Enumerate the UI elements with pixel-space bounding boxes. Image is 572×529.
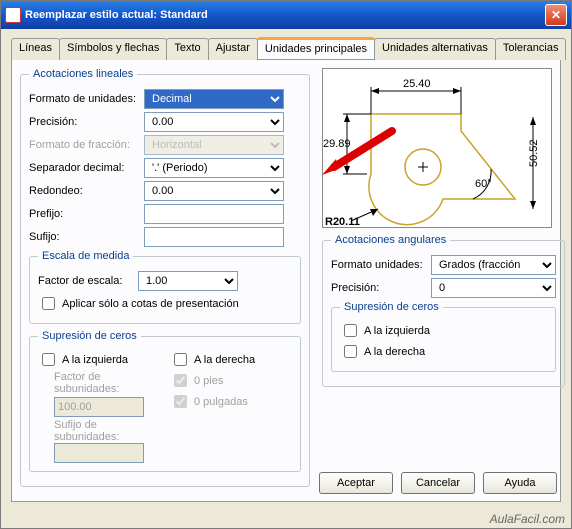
subsuffix-label: Sufijo de subunidades:: [54, 419, 160, 443]
unit-format-select[interactable]: Decimal: [144, 89, 284, 109]
titlebar: Reemplazar estilo actual: Standard ✕: [1, 1, 571, 29]
tab-lineas[interactable]: Líneas: [11, 38, 60, 60]
subfactor-input: [54, 397, 144, 417]
suffix-label: Sufijo:: [29, 231, 144, 243]
preview-dim-radius: R20.11: [325, 216, 360, 227]
watermark: AulaFacil.com: [490, 512, 565, 526]
preview-dim-right: 50.52: [528, 139, 540, 167]
cancel-button[interactable]: Cancelar: [401, 472, 475, 494]
zs-legend: Supresión de ceros: [38, 330, 141, 342]
angular-group: Acotaciones angulares Formato unidades: …: [322, 234, 565, 387]
angular-zs-group: Supresión de ceros A la izquierda A la d…: [331, 301, 556, 372]
unitfmt-label: Formato de unidades:: [29, 93, 144, 105]
subfactor-label: Factor de subunidades:: [54, 371, 160, 395]
fracfmt-label: Formato de fracción:: [29, 139, 144, 151]
app-icon: [5, 7, 21, 23]
preview-dim-left: 29.89: [323, 138, 351, 150]
apply-layout-only-checkbox[interactable]: [42, 297, 55, 310]
ang-zs-leading-label: A la izquierda: [364, 325, 430, 337]
preview-dim-top: 25.40: [403, 78, 431, 90]
precision-select[interactable]: 0.00: [144, 112, 284, 132]
ang-unitfmt-label: Formato unidades:: [331, 259, 431, 271]
dimension-preview: 25.40 29.89 50.52 60° R20.11: [322, 68, 552, 228]
tab-texto[interactable]: Texto: [166, 38, 208, 60]
help-button[interactable]: Ayuda: [483, 472, 557, 494]
ok-button[interactable]: Aceptar: [319, 472, 393, 494]
tab-simbolos[interactable]: Símbolos y flechas: [59, 38, 167, 60]
suffix-input[interactable]: [144, 227, 284, 247]
ang-precision-label: Precisión:: [331, 282, 431, 294]
decsep-label: Separador decimal:: [29, 162, 144, 174]
zs-feet-label: 0 pies: [194, 375, 223, 387]
subsuffix-input: [54, 443, 144, 463]
apply-layout-only-label: Aplicar sólo a cotas de presentación: [62, 298, 239, 310]
zs-feet-checkbox: [174, 374, 187, 387]
ang-zs-leading-checkbox[interactable]: [344, 324, 357, 337]
precision-label: Precisión:: [29, 116, 144, 128]
window-title: Reemplazar estilo actual: Standard: [25, 9, 545, 21]
angular-precision-select[interactable]: 0: [431, 278, 556, 298]
zero-suppression-group: Supresión de ceros A la izquierda Factor…: [29, 330, 301, 472]
zs-inches-label: 0 pulgadas: [194, 396, 248, 408]
roundoff-spinner[interactable]: 0.00: [144, 181, 284, 201]
zs-leading-checkbox[interactable]: [42, 353, 55, 366]
zs-trailing-label: A la derecha: [194, 354, 255, 366]
scalefactor-label: Factor de escala:: [38, 275, 138, 287]
prefix-label: Prefijo:: [29, 208, 144, 220]
round-label: Redondeo:: [29, 185, 144, 197]
scale-legend: Escala de medida: [38, 250, 133, 262]
tab-tolerancias[interactable]: Tolerancias: [495, 38, 567, 60]
zs-leading-label: A la izquierda: [62, 354, 128, 366]
close-button[interactable]: ✕: [545, 4, 567, 26]
tab-panel: Acotaciones lineales Formato de unidades…: [11, 60, 561, 502]
decimal-separator-select[interactable]: '.' (Periodo): [144, 158, 284, 178]
dialog-buttons: Aceptar Cancelar Ayuda: [319, 472, 557, 494]
preview-dim-angle: 60°: [475, 178, 492, 190]
zs-inches-checkbox: [174, 395, 187, 408]
tab-ajustar[interactable]: Ajustar: [208, 38, 258, 60]
angular-format-select[interactable]: Grados (fracción decimal): [431, 255, 556, 275]
angular-zs-legend: Supresión de ceros: [340, 301, 443, 313]
tab-unidades-principales[interactable]: Unidades principales: [257, 37, 375, 59]
angular-legend: Acotaciones angulares: [331, 234, 450, 246]
ang-zs-trailing-label: A la derecha: [364, 346, 425, 358]
tab-unidades-alternativas[interactable]: Unidades alternativas: [374, 38, 496, 60]
tabstrip: Líneas Símbolos y flechas Texto Ajustar …: [11, 37, 561, 60]
prefix-input[interactable]: [144, 204, 284, 224]
dialog-window: Reemplazar estilo actual: Standard ✕ Lín…: [0, 0, 572, 529]
scale-factor-spinner[interactable]: 1.00: [138, 271, 238, 291]
linear-legend: Acotaciones lineales: [29, 68, 137, 80]
ang-zs-trailing-checkbox[interactable]: [344, 345, 357, 358]
scale-group: Escala de medida Factor de escala: 1.00 …: [29, 250, 301, 324]
fraction-format-select: Horizontal: [144, 135, 284, 155]
linear-group: Acotaciones lineales Formato de unidades…: [20, 68, 310, 487]
zs-trailing-checkbox[interactable]: [174, 353, 187, 366]
